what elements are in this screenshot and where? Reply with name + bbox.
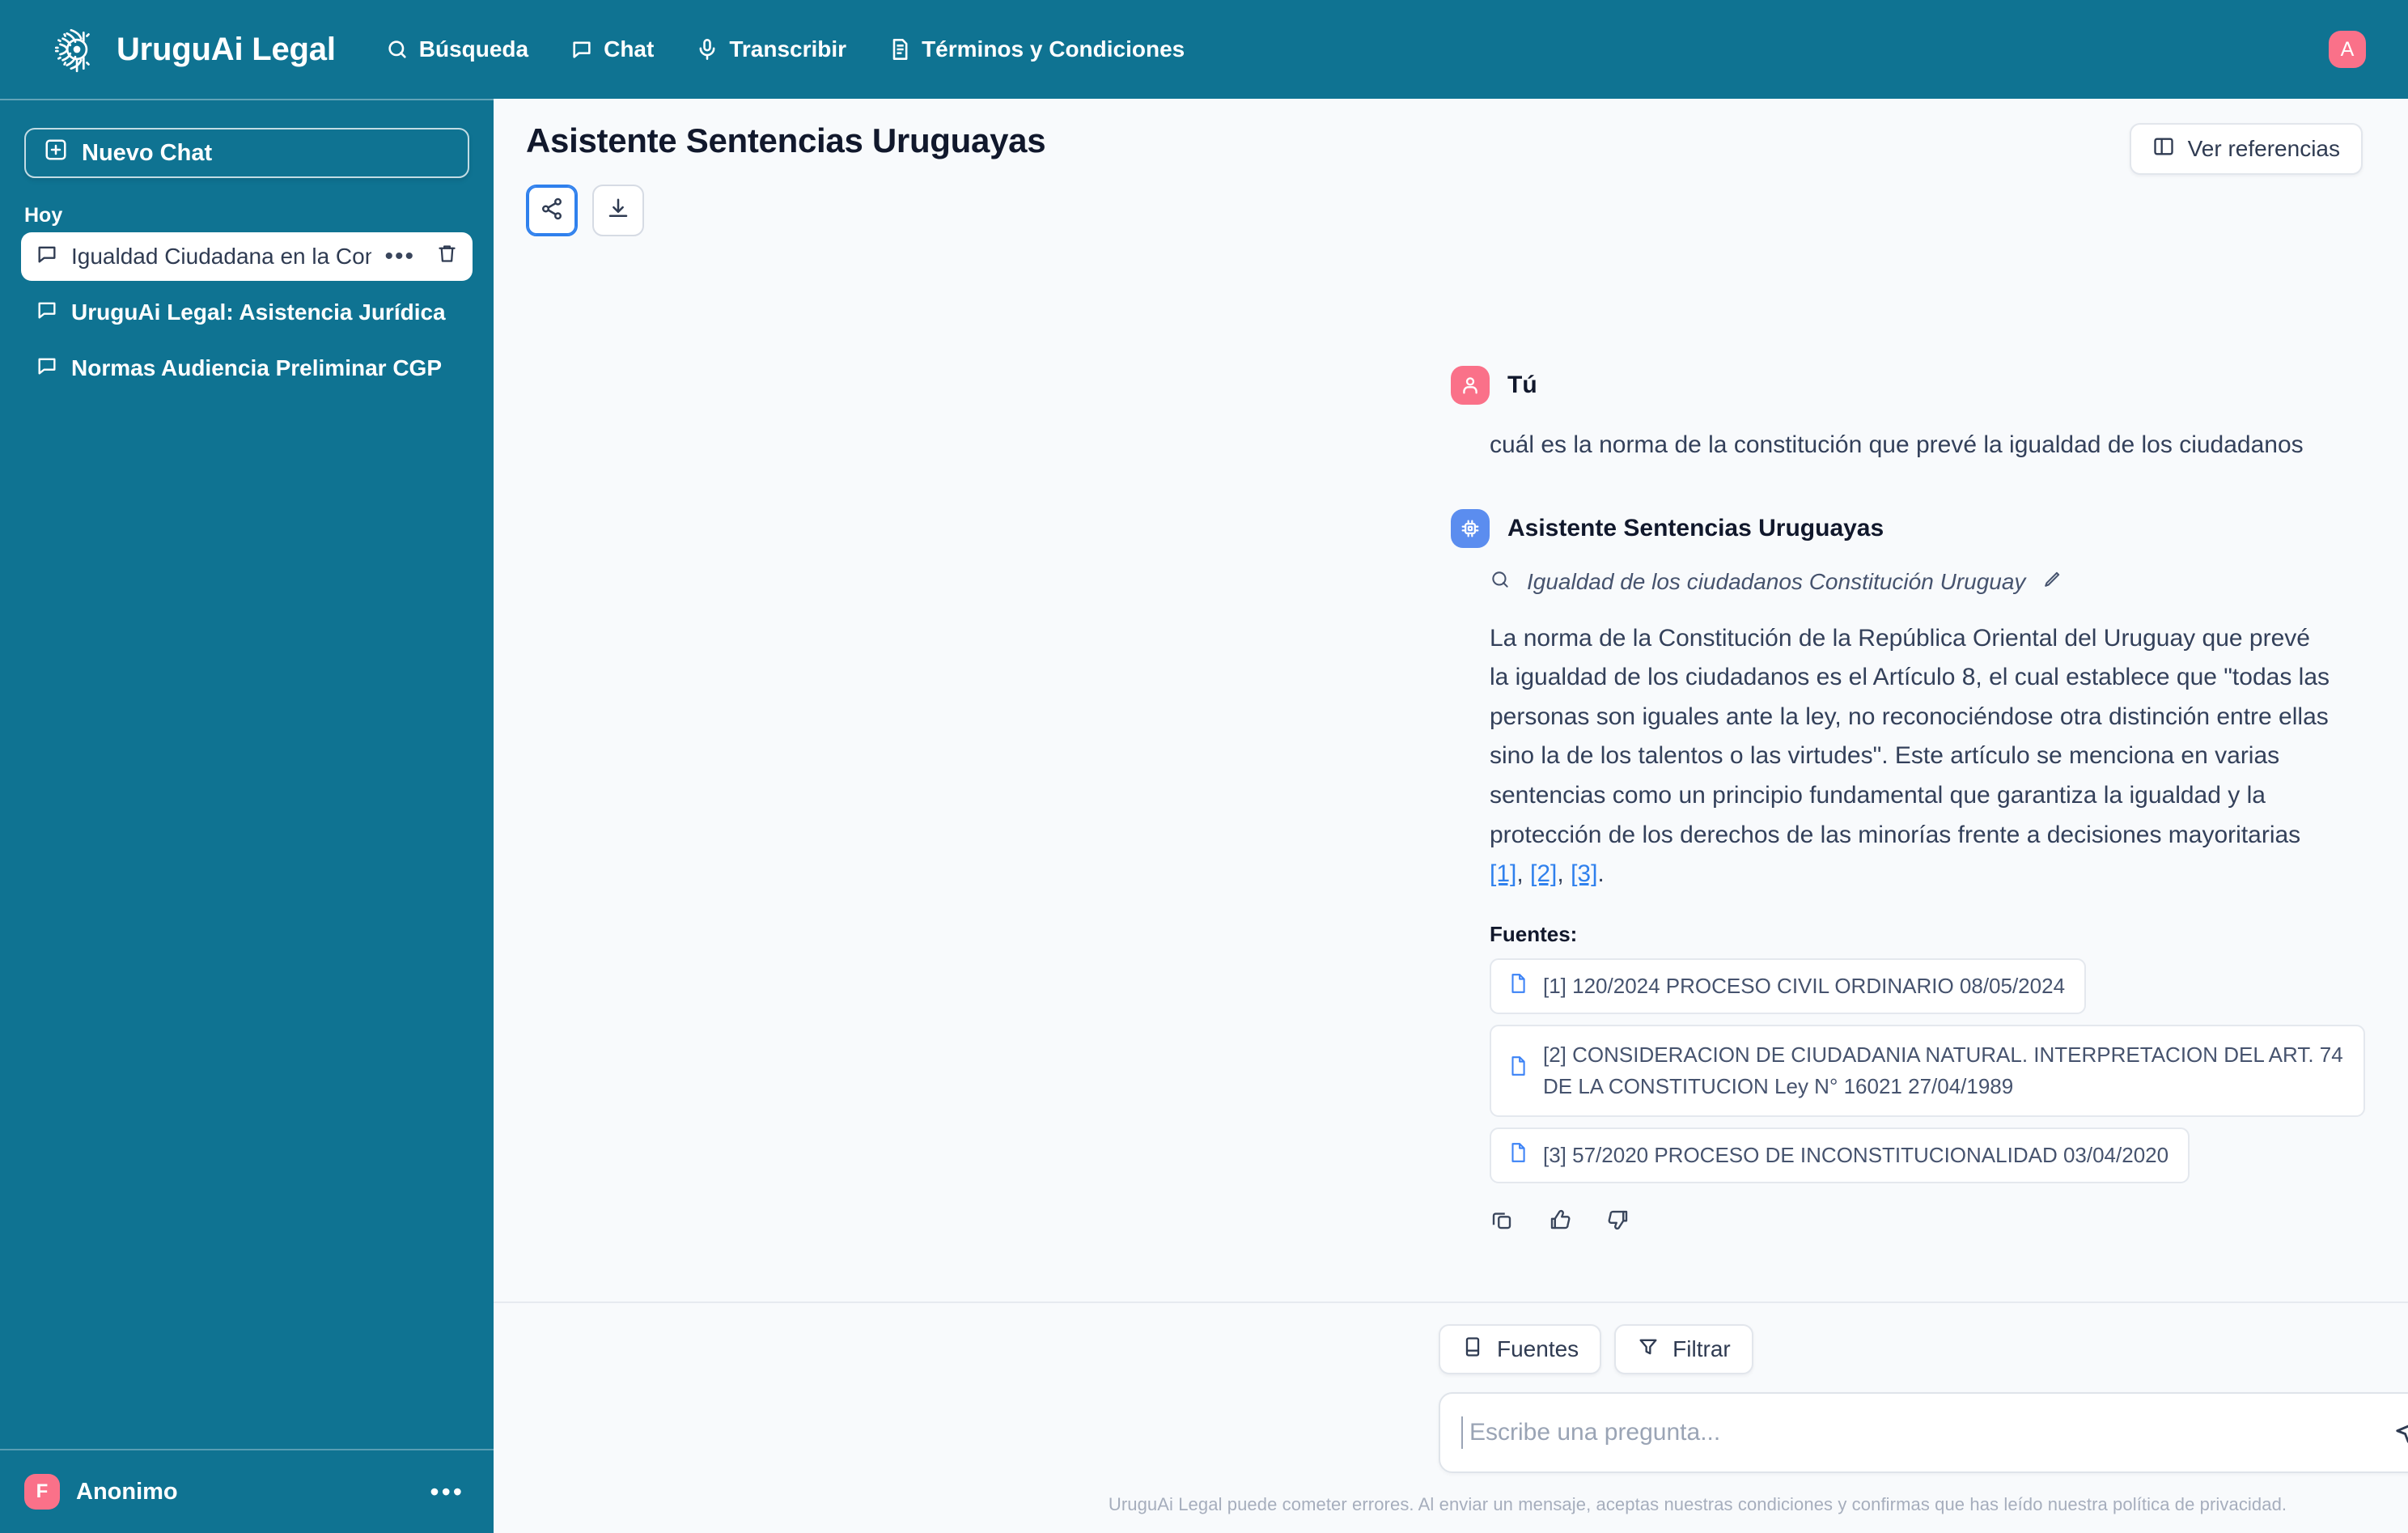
pencil-icon[interactable] (2041, 569, 2062, 594)
tribal-circle-logo-icon (49, 23, 102, 76)
search-icon (1490, 569, 1511, 594)
microphone-icon (696, 38, 719, 61)
chip-label: Fuentes (1497, 1336, 1579, 1361)
chat-item-menu-icon[interactable]: ••• (384, 244, 415, 269)
user-message-text: cuál es la norma de la constitución que … (1490, 431, 2304, 458)
thumbs-down-icon[interactable] (1606, 1208, 1630, 1236)
composer: Fuentes Filtrar Escribe una pregunta... (1439, 1324, 2408, 1473)
user-avatar-top[interactable]: A (2329, 31, 2366, 68)
filter-button[interactable]: Filtrar (1614, 1324, 1753, 1374)
citation-link-1[interactable]: [1] (1490, 860, 1516, 887)
question-input-placeholder: Escribe una pregunta... (1469, 1419, 1721, 1446)
search-icon (386, 38, 409, 61)
nav-label: Chat (604, 36, 655, 62)
funnel-icon (1637, 1336, 1660, 1364)
sources-filter-button[interactable]: Fuentes (1439, 1324, 1602, 1374)
send-button[interactable] (2392, 1418, 2408, 1447)
question-input[interactable]: Escribe una pregunta... (1439, 1392, 2408, 1473)
chat-history-list: Igualdad Ciudadana en la Con ••• UruguAi… (0, 232, 494, 393)
top-navigation-bar: UruguAi Legal Búsqueda Chat Transcribir (0, 0, 2408, 99)
chat-bubble-icon (36, 299, 58, 327)
sidebar-section-label: Hoy (24, 204, 63, 227)
text-caret (1461, 1416, 1463, 1449)
avatar-initial: A (2340, 37, 2355, 61)
composer-chips: Fuentes Filtrar (1439, 1324, 2408, 1374)
nav-item-busqueda[interactable]: Búsqueda (386, 36, 528, 62)
chip-label: Filtrar (1672, 1336, 1731, 1361)
message-actions (1451, 1208, 2365, 1236)
nav-item-terminos[interactable]: Términos y Condiciones (888, 36, 1185, 62)
sidebar: Nuevo Chat Hoy Igualdad Ciudadana en la … (0, 99, 494, 1533)
source-text: [1] 120/2024 PROCESO CIVIL ORDINARIO 08/… (1543, 973, 2066, 998)
chat-history-item[interactable]: UruguAi Legal: Asistencia Jurídica (21, 288, 473, 337)
source-chip[interactable]: [2] CONSIDERACION DE CIUDADANIA NATURAL.… (1490, 1024, 2365, 1117)
nav-label: Búsqueda (418, 36, 529, 62)
message-column: Tú cuál es la norma de la constitución q… (1451, 366, 2365, 1236)
document-icon (888, 38, 911, 61)
chat-history-item-label: Normas Audiencia Preliminar CGP (71, 355, 442, 380)
nav-item-chat[interactable]: Chat (570, 36, 654, 62)
sources-label: Fuentes: (1490, 921, 1578, 946)
file-icon (1507, 1054, 1528, 1087)
nav-label: Transcribir (729, 36, 847, 62)
message-author: Asistente Sentencias Uruguayas (1507, 514, 1884, 541)
citation-link-2[interactable]: [2] (1530, 860, 1557, 887)
chat-bubble-icon (570, 38, 593, 61)
app-root: UruguAi Legal Búsqueda Chat Transcribir (0, 0, 2408, 1533)
ellipsis-icon[interactable]: ••• (430, 1479, 464, 1505)
disclaimer-text: UruguAi Legal puede cometer errores. Al … (1108, 1494, 2287, 1514)
new-chat-label: Nuevo Chat (82, 139, 213, 166)
cpu-chip-icon (1451, 508, 1490, 548)
sources-list: [1] 120/2024 PROCESO CIVIL ORDINARIO 08/… (1451, 958, 2365, 1183)
chat-history-item-active[interactable]: Igualdad Ciudadana en la Con ••• (21, 232, 473, 281)
message-author: Tú (1507, 372, 1537, 398)
source-chip[interactable]: [1] 120/2024 PROCESO CIVIL ORDINARIO 08/… (1490, 958, 2087, 1014)
message-header: Asistente Sentencias Uruguayas (1451, 508, 2365, 548)
refined-query-text: Igualdad de los ciudadanos Constitución … (1527, 568, 2026, 594)
chat-bubble-icon (36, 243, 58, 271)
citation-link-3[interactable]: [3] (1571, 860, 1597, 887)
answer-body: La norma de la Constitución de la Repúbl… (1490, 624, 2330, 848)
primary-nav: Búsqueda Chat Transcribir Términos y Con… (386, 36, 1185, 62)
chat-history-item-label: UruguAi Legal: Asistencia Jurídica (71, 299, 446, 325)
nav-item-transcribir[interactable]: Transcribir (696, 36, 846, 62)
source-text: [3] 57/2020 PROCESO DE INCONSTITUCIONALI… (1543, 1142, 2169, 1167)
chat-history-item[interactable]: Normas Audiencia Preliminar CGP (21, 344, 473, 393)
composer-area: Fuentes Filtrar Escribe una pregunta... (494, 1302, 2408, 1533)
plus-square-icon (44, 138, 68, 168)
user-message: Tú cuál es la norma de la constitución q… (1451, 366, 2365, 465)
avatar: F (24, 1474, 60, 1510)
trash-icon[interactable] (436, 243, 458, 270)
source-chip[interactable]: [3] 57/2020 PROCESO DE INCONSTITUCIONALI… (1490, 1127, 2190, 1183)
body-row: Nuevo Chat Hoy Igualdad Ciudadana en la … (0, 99, 2408, 1533)
brand-name: UruguAi Legal (117, 31, 336, 67)
assistant-answer-text: La norma de la Constitución de la Repúbl… (1490, 624, 2330, 888)
assistant-message: Asistente Sentencias Uruguayas Igualdad … (1451, 508, 2365, 1236)
avatar-initial: F (36, 1480, 49, 1502)
thumbs-up-icon[interactable] (1548, 1208, 1572, 1236)
main-panel: Asistente Sentencias Uruguayas Ver refer… (494, 99, 2408, 1533)
book-icon (1461, 1336, 1484, 1364)
refined-query-row: Igualdad de los ciudadanos Constitución … (1451, 569, 2365, 595)
sidebar-user-row[interactable]: F Anonimo ••• (0, 1449, 494, 1533)
conversation-scroll-area[interactable]: Tú cuál es la norma de la constitución q… (494, 99, 2408, 1302)
message-header: Tú (1451, 366, 2365, 405)
chat-bubble-icon (36, 355, 58, 383)
chat-item-actions: ••• (384, 243, 458, 270)
brand[interactable]: UruguAi Legal (49, 23, 336, 76)
file-icon (1507, 971, 1528, 1001)
nav-label: Términos y Condiciones (922, 36, 1185, 62)
answer-period: . (1597, 860, 1605, 888)
copy-icon[interactable] (1490, 1208, 1514, 1236)
file-icon (1507, 1140, 1528, 1170)
source-text: [2] CONSIDERACION DE CIUDADANIA NATURAL.… (1543, 1042, 2343, 1098)
chat-history-item-label: Igualdad Ciudadana en la Con (71, 244, 372, 269)
person-icon (1451, 366, 1490, 405)
user-name: Anonimo (76, 1478, 178, 1505)
new-chat-button[interactable]: Nuevo Chat (24, 128, 469, 178)
